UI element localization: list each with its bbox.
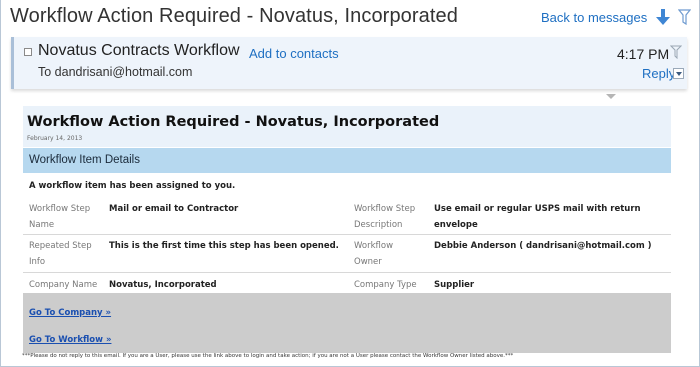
intro-text: A workflow item has been assigned to you…	[29, 181, 236, 191]
reply-button[interactable]: Reply	[642, 66, 675, 81]
collapse-arrow-icon[interactable]	[606, 94, 616, 99]
row3-label2: Company Type	[354, 280, 417, 290]
row2-label2: Workflow Owner	[354, 241, 394, 267]
message-flag-icon[interactable]	[670, 45, 682, 59]
add-to-contacts-link[interactable]: Add to contacts	[249, 46, 339, 61]
row2-value2: Debbie Anderson ( dandrisani@hotmail.com…	[434, 241, 652, 251]
back-to-messages-link[interactable]: Back to messages	[541, 10, 647, 25]
row2-value1: This is the first time this step has bee…	[109, 241, 339, 251]
sender-name: Novatus Contracts Workflow	[38, 42, 240, 59]
recipient-line: To dandrisani@hotmail.com	[38, 65, 193, 79]
row1-label1: Workflow Step Name	[29, 204, 91, 230]
row1-value2: Use email or regular USPS mail with retu…	[434, 204, 641, 230]
links-area	[23, 293, 671, 353]
go-to-company-link[interactable]: Go To Company »	[29, 308, 111, 318]
email-title-band: Workflow Action Required - Novatus, Inco…	[23, 106, 671, 147]
flag-icon[interactable]	[678, 9, 691, 25]
email-date: February 14, 2013	[27, 135, 83, 142]
message-subject: Workflow Action Required - Novatus, Inco…	[10, 5, 458, 27]
row2-label1: Repeated Step Info	[29, 241, 92, 267]
row-divider	[23, 272, 671, 273]
section-header: Workflow Item Details	[23, 148, 671, 173]
select-message-checkbox[interactable]	[24, 48, 32, 56]
row3-value1: Novatus, Incorporated	[109, 280, 217, 290]
row-divider	[23, 234, 671, 235]
email-body: Workflow Action Required - Novatus, Inco…	[23, 106, 671, 353]
go-to-workflow-link[interactable]: Go To Workflow »	[29, 335, 111, 345]
section-title: Workflow Item Details	[29, 154, 140, 166]
reply-options-dropdown[interactable]	[673, 68, 684, 79]
row3-label1: Company Name	[29, 280, 98, 290]
message-time: 4:17 PM	[617, 46, 670, 62]
row3-value2: Supplier	[434, 280, 475, 290]
row1-value1: Mail or email to Contractor	[109, 204, 239, 214]
footer-disclaimer: ***Please do not reply to this email. If…	[22, 353, 514, 359]
row1-label2: Workflow Step Description	[354, 204, 416, 230]
next-message-arrow-icon[interactable]	[656, 8, 670, 26]
email-title: Workflow Action Required - Novatus, Inco…	[27, 114, 440, 130]
